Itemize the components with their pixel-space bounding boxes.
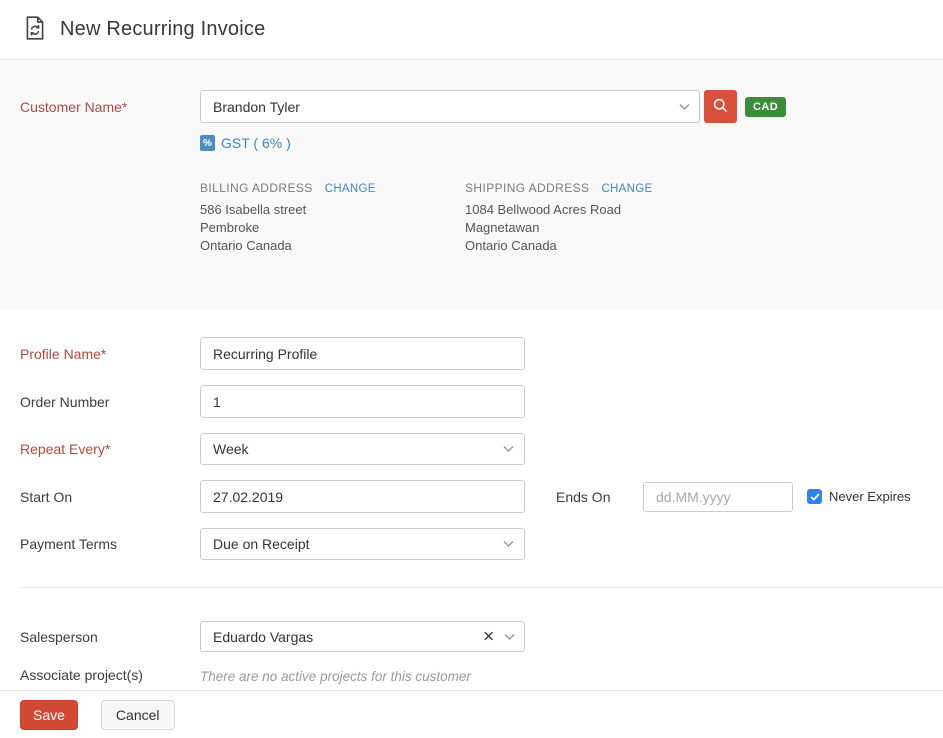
never-expires-checkbox[interactable] bbox=[807, 489, 822, 504]
search-icon bbox=[712, 97, 729, 117]
billing-change-link[interactable]: CHANGE bbox=[325, 183, 376, 195]
billing-address-line: 586 Isabella street bbox=[200, 201, 465, 219]
clear-icon[interactable]: ✕ bbox=[482, 629, 495, 644]
start-on-input[interactable] bbox=[200, 480, 525, 513]
profile-name-input[interactable] bbox=[200, 337, 525, 370]
customer-name-input[interactable] bbox=[200, 90, 700, 123]
recurring-invoice-icon bbox=[22, 15, 48, 44]
profile-name-label: Profile Name* bbox=[20, 346, 200, 362]
repeat-every-label: Repeat Every* bbox=[20, 441, 200, 457]
payment-terms-row: Payment Terms Due on Receipt bbox=[20, 528, 923, 560]
chevron-down-icon bbox=[503, 446, 514, 453]
billing-address-header: BILLING ADDRESS CHANGE bbox=[200, 181, 465, 195]
currency-badge: CAD bbox=[745, 97, 786, 117]
shipping-address-line: 1084 Bellwood Acres Road bbox=[465, 201, 730, 219]
gst-link[interactable]: GST ( 6% ) bbox=[221, 135, 291, 151]
billing-address-line: Pembroke bbox=[200, 219, 465, 237]
shipping-address: SHIPPING ADDRESS CHANGE 1084 Bellwood Ac… bbox=[465, 181, 730, 255]
addresses: BILLING ADDRESS CHANGE 586 Isabella stre… bbox=[200, 181, 923, 255]
customer-name-row: Customer Name* CAD bbox=[20, 90, 923, 123]
cancel-button[interactable]: Cancel bbox=[101, 700, 175, 730]
ends-on-group: Ends On Never Expires bbox=[525, 482, 911, 512]
profile-name-row: Profile Name* bbox=[20, 337, 923, 370]
repeat-every-row: Repeat Every* Week bbox=[20, 433, 923, 465]
details-section: Profile Name* Order Number Repeat Every*… bbox=[0, 309, 943, 560]
new-recurring-invoice-page: New Recurring Invoice Customer Name* CAD… bbox=[0, 0, 943, 738]
salesperson-input[interactable] bbox=[200, 621, 525, 652]
percent-icon: % bbox=[200, 135, 215, 151]
shipping-address-line: Magnetawan bbox=[465, 219, 730, 237]
associate-projects-message: There are no active projects for this cu… bbox=[200, 667, 471, 684]
page-title: New Recurring Invoice bbox=[60, 18, 265, 41]
customer-name-label: Customer Name* bbox=[20, 99, 200, 115]
page-header: New Recurring Invoice bbox=[0, 0, 943, 60]
order-number-input[interactable] bbox=[200, 385, 525, 418]
associate-projects-label: Associate project(s) bbox=[20, 667, 200, 683]
ends-on-input[interactable] bbox=[643, 482, 793, 512]
shipping-address-header: SHIPPING ADDRESS CHANGE bbox=[465, 181, 730, 195]
customer-section: Customer Name* CAD % GST ( 6% ) BILLING bbox=[0, 60, 943, 309]
salesperson-input-wrap: ✕ bbox=[200, 621, 525, 652]
ends-on-label: Ends On bbox=[556, 489, 643, 505]
salesperson-row: Salesperson ✕ bbox=[20, 621, 923, 652]
customer-name-input-wrap bbox=[200, 90, 700, 123]
order-number-label: Order Number bbox=[20, 394, 200, 410]
payment-terms-label: Payment Terms bbox=[20, 536, 200, 552]
save-button[interactable]: Save bbox=[20, 700, 78, 730]
start-on-row: Start On Ends On Never Expires bbox=[20, 480, 923, 513]
never-expires-label: Never Expires bbox=[829, 489, 911, 504]
shipping-change-link[interactable]: CHANGE bbox=[601, 183, 652, 195]
repeat-every-select[interactable]: Week bbox=[200, 433, 525, 465]
customer-search-button[interactable] bbox=[704, 90, 737, 123]
associate-projects-row: Associate project(s) There are no active… bbox=[20, 667, 923, 684]
shipping-address-title: SHIPPING ADDRESS bbox=[465, 181, 589, 195]
salesperson-section: Salesperson ✕ Associate project(s) There… bbox=[0, 588, 943, 684]
footer-bar: Save Cancel bbox=[0, 690, 943, 738]
billing-address-title: BILLING ADDRESS bbox=[200, 181, 313, 195]
repeat-every-value: Week bbox=[213, 441, 249, 457]
start-on-label: Start On bbox=[20, 489, 200, 505]
billing-address: BILLING ADDRESS CHANGE 586 Isabella stre… bbox=[200, 181, 465, 255]
order-number-row: Order Number bbox=[20, 385, 923, 418]
payment-terms-select[interactable]: Due on Receipt bbox=[200, 528, 525, 560]
shipping-address-line: Ontario Canada bbox=[465, 237, 730, 255]
payment-terms-value: Due on Receipt bbox=[213, 536, 310, 552]
billing-address-line: Ontario Canada bbox=[200, 237, 465, 255]
chevron-down-icon bbox=[503, 541, 514, 548]
tax-row: % GST ( 6% ) bbox=[200, 135, 923, 151]
salesperson-label: Salesperson bbox=[20, 629, 200, 645]
